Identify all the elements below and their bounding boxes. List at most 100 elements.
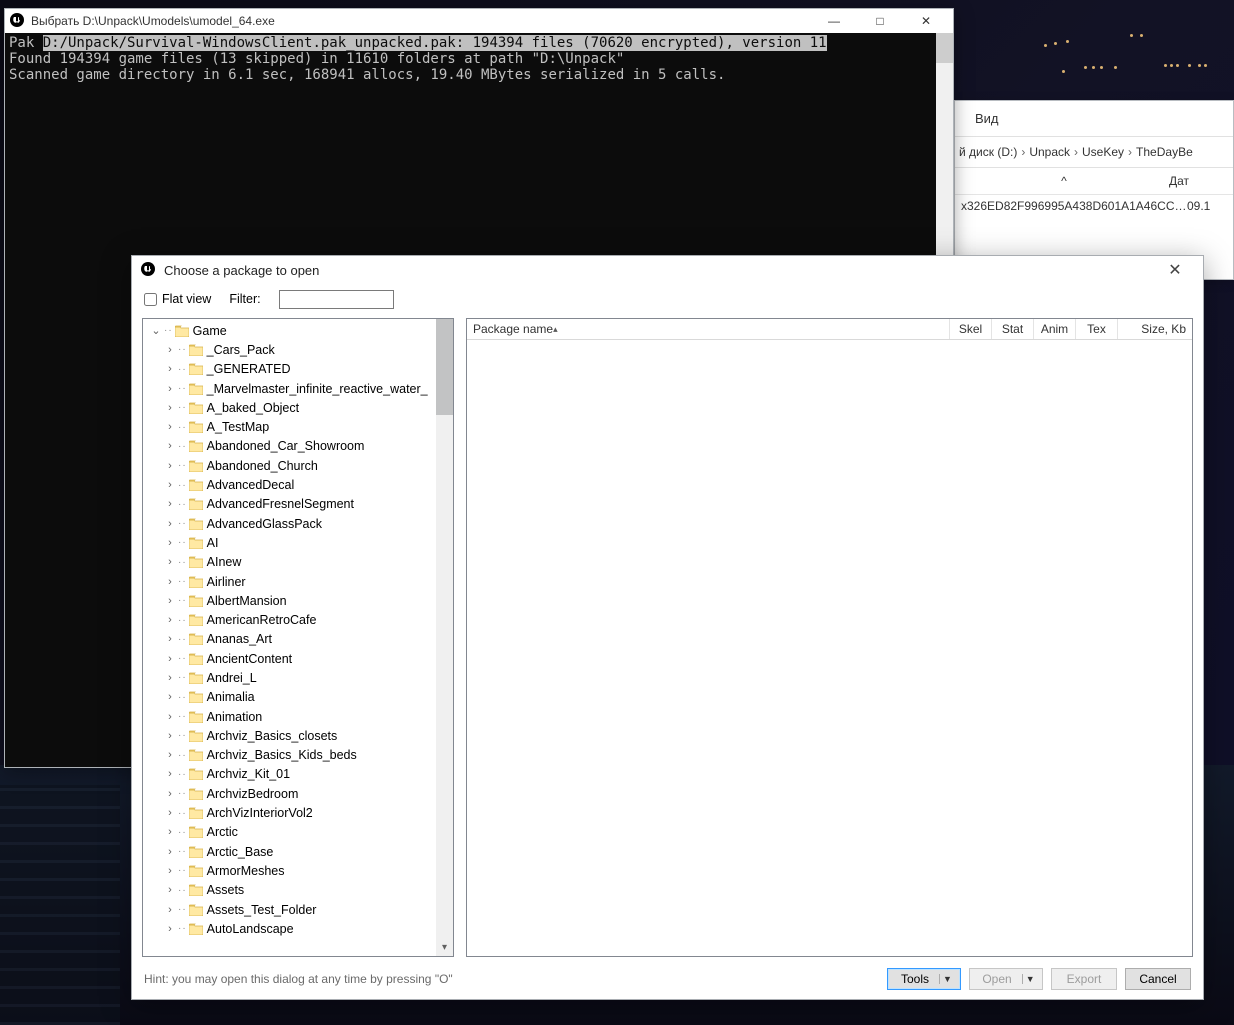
tree-folder[interactable]: ›··Arctic_Base bbox=[143, 842, 436, 861]
flat-view-input[interactable] bbox=[144, 293, 157, 306]
expand-icon[interactable]: › bbox=[163, 788, 177, 800]
crumb[interactable]: Unpack bbox=[1029, 145, 1070, 159]
expand-icon[interactable]: › bbox=[163, 518, 177, 530]
tree-folder[interactable]: ›··AI bbox=[143, 533, 436, 552]
expand-icon[interactable]: › bbox=[163, 846, 177, 858]
export-button[interactable]: Export bbox=[1051, 968, 1117, 990]
tree-folder[interactable]: ›··Animalia bbox=[143, 688, 436, 707]
tree-folder[interactable]: ›··Archviz_Kit_01 bbox=[143, 765, 436, 784]
col-date[interactable]: Дат bbox=[1169, 174, 1229, 188]
expand-icon[interactable]: › bbox=[163, 633, 177, 645]
tree-folder[interactable]: ›··ArmorMeshes bbox=[143, 861, 436, 880]
expand-icon[interactable]: › bbox=[163, 865, 177, 877]
tree-folder[interactable]: ›··AdvancedFresnelSegment bbox=[143, 495, 436, 514]
tree-folder[interactable]: ›··AInew bbox=[143, 553, 436, 572]
tree-folder[interactable]: ›··_Cars_Pack bbox=[143, 340, 436, 359]
expand-icon[interactable]: › bbox=[163, 576, 177, 588]
explorer-file-row[interactable]: x326ED82F996995A438D601A1A46CCCF... 09.1 bbox=[955, 195, 1233, 217]
col-stat[interactable]: Stat bbox=[992, 319, 1034, 339]
tree-folder[interactable]: ›··Abandoned_Church bbox=[143, 456, 436, 475]
tree-folder[interactable]: ›··Assets_Test_Folder bbox=[143, 900, 436, 919]
dropdown-icon[interactable]: ▼ bbox=[1022, 974, 1038, 984]
open-button[interactable]: Open ▼ bbox=[969, 968, 1043, 990]
tree-folder[interactable]: ›··AmericanRetroCafe bbox=[143, 610, 436, 629]
dialog-titlebar[interactable]: Choose a package to open ✕ bbox=[132, 256, 1203, 284]
expand-icon[interactable]: › bbox=[163, 421, 177, 433]
dropdown-icon[interactable]: ▼ bbox=[939, 974, 955, 984]
crumb[interactable]: UseKey bbox=[1082, 145, 1124, 159]
explorer-breadcrumb[interactable]: й диск (D:) › Unpack › UseKey › TheDayBe bbox=[955, 137, 1233, 168]
col-package-name[interactable]: Package name ▴ bbox=[467, 319, 950, 339]
scroll-down-icon[interactable]: ▾ bbox=[436, 939, 453, 956]
console-titlebar[interactable]: Выбрать D:\Unpack\Umodels\umodel_64.exe … bbox=[5, 9, 953, 33]
tree-folder[interactable]: ›··Abandoned_Car_Showroom bbox=[143, 437, 436, 456]
expand-icon[interactable]: › bbox=[163, 923, 177, 935]
list-headers[interactable]: Package name ▴ Skel Stat Anim Tex Size, … bbox=[467, 319, 1192, 340]
col-tex[interactable]: Tex bbox=[1076, 319, 1118, 339]
col-anim[interactable]: Anim bbox=[1034, 319, 1076, 339]
crumb[interactable]: й диск (D:) bbox=[959, 145, 1017, 159]
explorer-column-headers[interactable]: ^ Дат bbox=[955, 168, 1233, 195]
scrollbar-thumb[interactable] bbox=[436, 319, 453, 415]
tree-folder[interactable]: ›··AdvancedDecal bbox=[143, 475, 436, 494]
tree-folder[interactable]: ›··Assets bbox=[143, 881, 436, 900]
minimize-button[interactable]: — bbox=[811, 9, 857, 33]
close-button[interactable]: ✕ bbox=[903, 9, 949, 33]
tree-folder[interactable]: ›··ArchVizInteriorVol2 bbox=[143, 803, 436, 822]
tools-button[interactable]: Tools ▼ bbox=[887, 968, 961, 990]
tree-folder[interactable]: ›··A_baked_Object bbox=[143, 398, 436, 417]
expand-icon[interactable]: › bbox=[163, 653, 177, 665]
expand-icon[interactable]: › bbox=[163, 904, 177, 916]
tree-folder[interactable]: ›··Arctic bbox=[143, 823, 436, 842]
expand-icon[interactable]: › bbox=[163, 768, 177, 780]
expand-icon[interactable]: › bbox=[163, 363, 177, 375]
expand-icon[interactable]: › bbox=[163, 402, 177, 414]
expand-icon[interactable]: › bbox=[163, 479, 177, 491]
expand-icon[interactable]: › bbox=[163, 711, 177, 723]
col-skel[interactable]: Skel bbox=[950, 319, 992, 339]
tree-root[interactable]: ⌄ ·· Game bbox=[143, 321, 436, 340]
tree-folder[interactable]: ›··Airliner bbox=[143, 572, 436, 591]
expand-icon[interactable]: › bbox=[163, 614, 177, 626]
tree-folder[interactable]: ›··_Marvelmaster_infinite_reactive_water… bbox=[143, 379, 436, 398]
folder-tree[interactable]: ⌄ ·· Game ›··_Cars_Pack›··_GENERATED›··_… bbox=[142, 318, 454, 957]
tree-folder[interactable]: ›··Archviz_Basics_Kids_beds bbox=[143, 746, 436, 765]
tree-folder[interactable]: ›··Archviz_Basics_closets bbox=[143, 726, 436, 745]
tree-folder[interactable]: ›··Animation bbox=[143, 707, 436, 726]
tree-folder[interactable]: ›··Andrei_L bbox=[143, 668, 436, 687]
tree-folder[interactable]: ›··A_TestMap bbox=[143, 417, 436, 436]
tree-folder[interactable]: ›··AutoLandscape bbox=[143, 919, 436, 938]
expand-icon[interactable]: › bbox=[163, 595, 177, 607]
expand-icon[interactable]: › bbox=[163, 807, 177, 819]
col-size[interactable]: Size, Kb bbox=[1118, 319, 1192, 339]
expand-icon[interactable]: › bbox=[163, 537, 177, 549]
dialog-close-button[interactable]: ✕ bbox=[1155, 256, 1195, 284]
expand-icon[interactable]: › bbox=[163, 749, 177, 761]
expand-icon[interactable]: › bbox=[163, 884, 177, 896]
tree-folder[interactable]: ›··_GENERATED bbox=[143, 360, 436, 379]
package-list[interactable]: Package name ▴ Skel Stat Anim Tex Size, … bbox=[466, 318, 1193, 957]
expand-icon[interactable]: › bbox=[163, 826, 177, 838]
cancel-button[interactable]: Cancel bbox=[1125, 968, 1191, 990]
flat-view-checkbox[interactable]: Flat view bbox=[144, 292, 211, 306]
expand-icon[interactable]: › bbox=[163, 383, 177, 395]
tree-folder[interactable]: ›··AncientContent bbox=[143, 649, 436, 668]
tree-folder[interactable]: ›··AlbertMansion bbox=[143, 591, 436, 610]
expand-icon[interactable]: › bbox=[163, 730, 177, 742]
expand-icon[interactable]: › bbox=[163, 440, 177, 452]
explorer-menu-view[interactable]: Вид bbox=[955, 101, 1233, 137]
expand-icon[interactable]: › bbox=[163, 460, 177, 472]
tree-folder[interactable]: ›··Ananas_Art bbox=[143, 630, 436, 649]
expand-icon[interactable]: › bbox=[163, 344, 177, 356]
expand-icon[interactable]: › bbox=[163, 556, 177, 568]
expand-icon[interactable]: › bbox=[163, 672, 177, 684]
tree-scrollbar[interactable]: ▾ bbox=[436, 319, 453, 956]
crumb[interactable]: TheDayBe bbox=[1136, 145, 1193, 159]
scrollbar-thumb[interactable] bbox=[936, 33, 953, 63]
expand-icon[interactable]: › bbox=[163, 498, 177, 510]
collapse-icon[interactable]: ⌄ bbox=[149, 324, 163, 337]
tree-folder[interactable]: ›··ArchvizBedroom bbox=[143, 784, 436, 803]
expand-icon[interactable]: › bbox=[163, 691, 177, 703]
filter-input[interactable] bbox=[279, 290, 394, 309]
col-name-sort[interactable]: ^ bbox=[959, 174, 1169, 188]
